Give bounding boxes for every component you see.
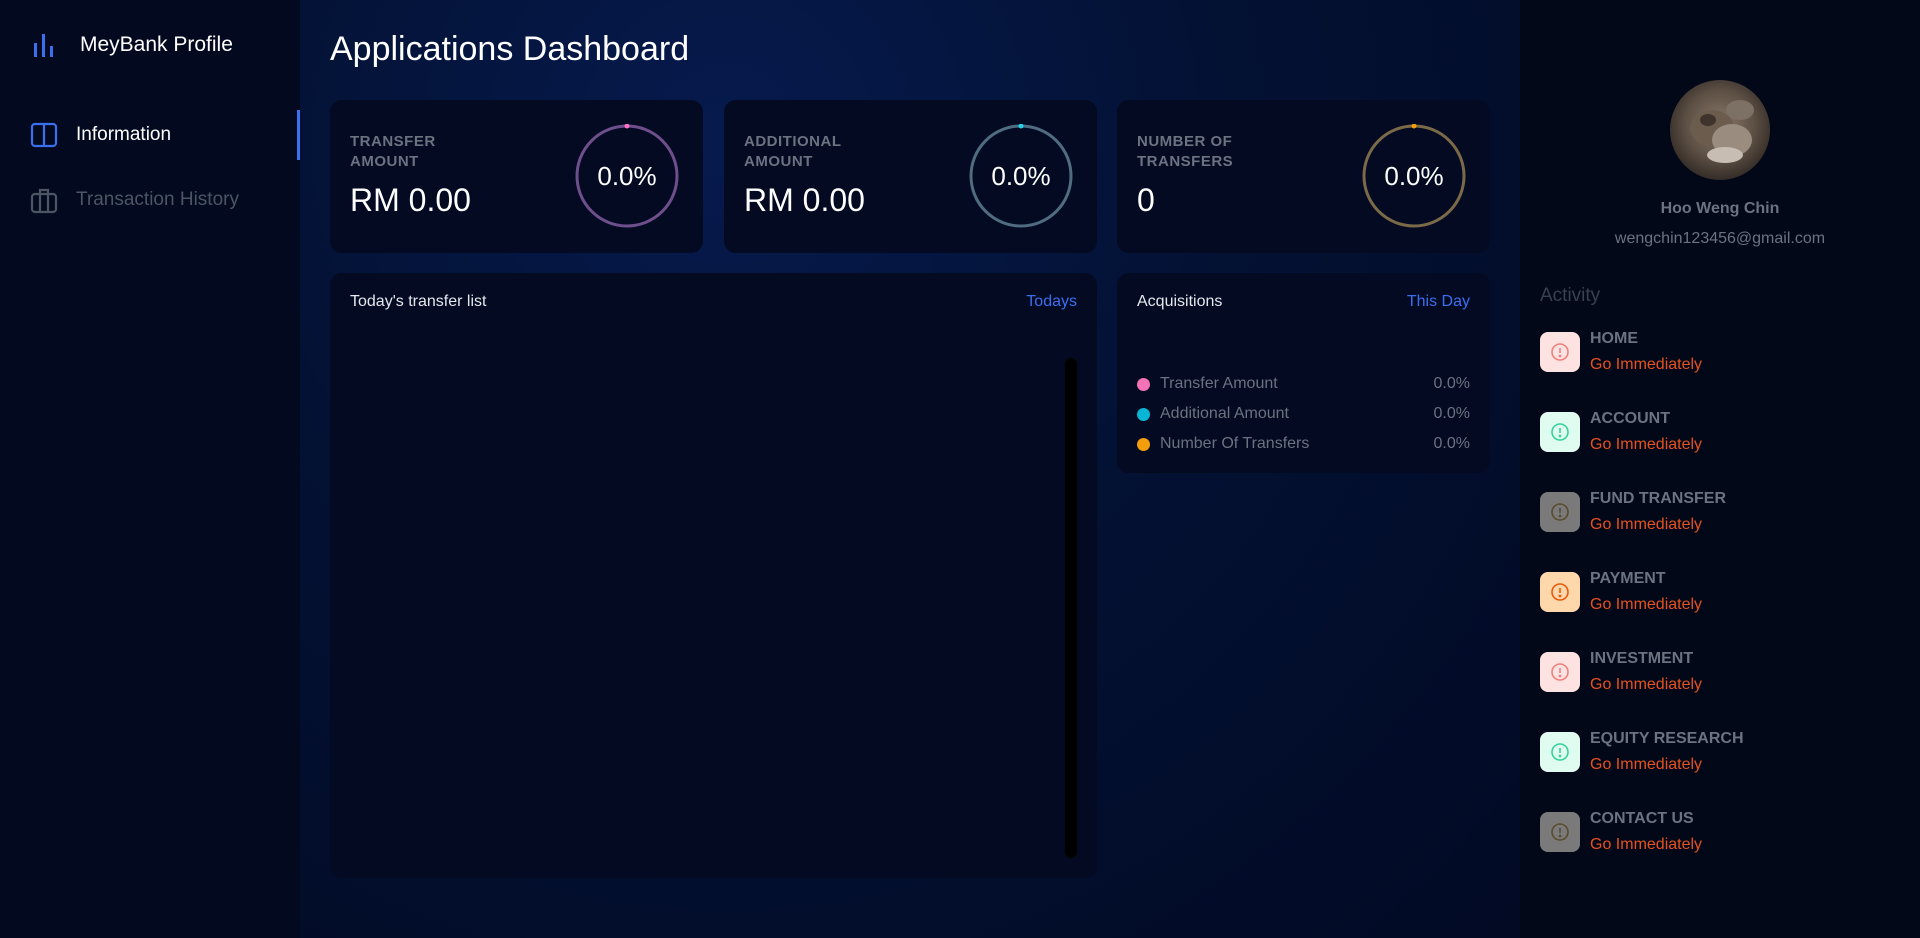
acquisitions-panel: Acquisitions This Day Transfer Amount 0.… [1117,273,1490,473]
acquisition-row: Transfer Amount 0.0% [1137,373,1470,395]
scrollbar[interactable] [1065,358,1077,858]
avatar[interactable] [1670,80,1770,180]
todays-link[interactable]: Todays [1026,293,1077,311]
acquisition-value: 0.0% [1433,405,1470,422]
stat-card-number-of-transfers: NUMBER OF TRANSFERS 0 0.0% [1117,100,1490,253]
activity-name: ACCOUNT [1590,410,1670,427]
go-immediately-link[interactable]: Go Immediately [1590,756,1702,774]
stat-percent: 0.0% [1384,160,1444,191]
acquisition-value: 0.0% [1433,375,1470,392]
book-open-icon [30,121,58,149]
stat-value: RM 0.00 [350,182,471,218]
go-immediately-link[interactable]: Go Immediately [1590,596,1702,614]
stat-label: NUMBER OF TRANSFERS [1137,133,1234,170]
acquisitions-title: Acquisitions [1137,293,1223,310]
activity-fund-transfer[interactable]: FUND TRANSFER Go Immediately [1540,490,1900,540]
activity-contact-us[interactable]: CONTACT US Go Immediately [1540,810,1900,860]
go-immediately-link[interactable]: Go Immediately [1590,676,1702,694]
user-name: Hoo Weng Chin [1660,200,1780,217]
acquisition-name: Transfer Amount [1160,375,1278,392]
activity-home[interactable]: HOME Go Immediately [1540,330,1900,380]
alert-circle-icon [1540,492,1580,532]
user-email: wengchin123456@gmail.com [1614,230,1826,247]
activity-name: FUND TRANSFER [1590,490,1726,507]
legend-dot [1137,437,1150,451]
stat-card-additional-amount: ADDITIONAL AMOUNT RM 0.00 0.0% [724,100,1097,253]
alert-circle-icon [1540,572,1580,612]
stat-percent: 0.0% [991,160,1051,191]
acquisition-name: Number Of Transfers [1160,435,1310,452]
sidebar-item-label: Transaction History [76,189,239,210]
acquisition-row: Additional Amount 0.0% [1137,403,1470,425]
acquisition-row: Number Of Transfers 0.0% [1137,433,1470,455]
activity-name: INVESTMENT [1590,650,1694,667]
sidebar: MeyBank Profile Information Transaction … [0,0,300,938]
activity-name: HOME [1590,330,1638,347]
alert-circle-icon [1540,652,1580,692]
legend-dot [1137,407,1150,421]
brand[interactable]: MeyBank Profile [30,30,233,60]
activity-name: CONTACT US [1590,810,1694,827]
go-immediately-link[interactable]: Go Immediately [1590,836,1702,854]
alert-circle-icon [1540,332,1580,372]
activity-account[interactable]: ACCOUNT Go Immediately [1540,410,1900,460]
page-title: Applications Dashboard [330,30,690,68]
sidebar-nav: Information Transaction History [0,110,300,240]
stat-label: ADDITIONAL AMOUNT [744,133,842,170]
go-immediately-link[interactable]: Go Immediately [1590,436,1702,454]
stat-value: 0 [1137,182,1155,218]
sidebar-item-label: Information [76,124,172,145]
sidebar-item-transaction-history[interactable]: Transaction History [0,175,300,225]
legend-dot [1137,377,1150,391]
brand-title: MeyBank Profile [80,33,233,56]
activity-investment[interactable]: INVESTMENT Go Immediately [1540,650,1900,700]
activity-equity-research[interactable]: EQUITY RESEARCH Go Immediately [1540,730,1900,780]
activity-name: PAYMENT [1590,570,1666,587]
activity-payment[interactable]: PAYMENT Go Immediately [1540,570,1900,620]
briefcase-icon [30,186,58,214]
activity-title: Activity [1540,285,1601,306]
stat-percent: 0.0% [597,160,657,191]
sidebar-item-information[interactable]: Information [0,110,300,160]
go-immediately-link[interactable]: Go Immediately [1590,516,1702,534]
stat-value: RM 0.00 [744,182,865,218]
alert-circle-icon [1540,732,1580,772]
stat-label: TRANSFER AMOUNT [350,133,436,170]
bar-chart-icon [30,31,58,59]
profile-panel: Hoo Weng Chin wengchin123456@gmail.com A… [1520,0,1920,938]
acquisition-value: 0.0% [1433,435,1470,452]
alert-circle-icon [1540,812,1580,852]
transfer-list-title: Today's transfer list [350,293,487,310]
transfer-list-panel: Today's transfer list Todays [330,273,1097,878]
this-day-link[interactable]: This Day [1407,293,1470,311]
stat-card-transfer-amount: TRANSFER AMOUNT RM 0.00 0.0% [330,100,703,253]
main-content: Applications Dashboard TRANSFER AMOUNT R… [300,0,1520,938]
activity-name: EQUITY RESEARCH [1590,730,1744,747]
acquisition-name: Additional Amount [1160,405,1289,422]
alert-circle-icon [1540,412,1580,452]
go-immediately-link[interactable]: Go Immediately [1590,356,1702,374]
